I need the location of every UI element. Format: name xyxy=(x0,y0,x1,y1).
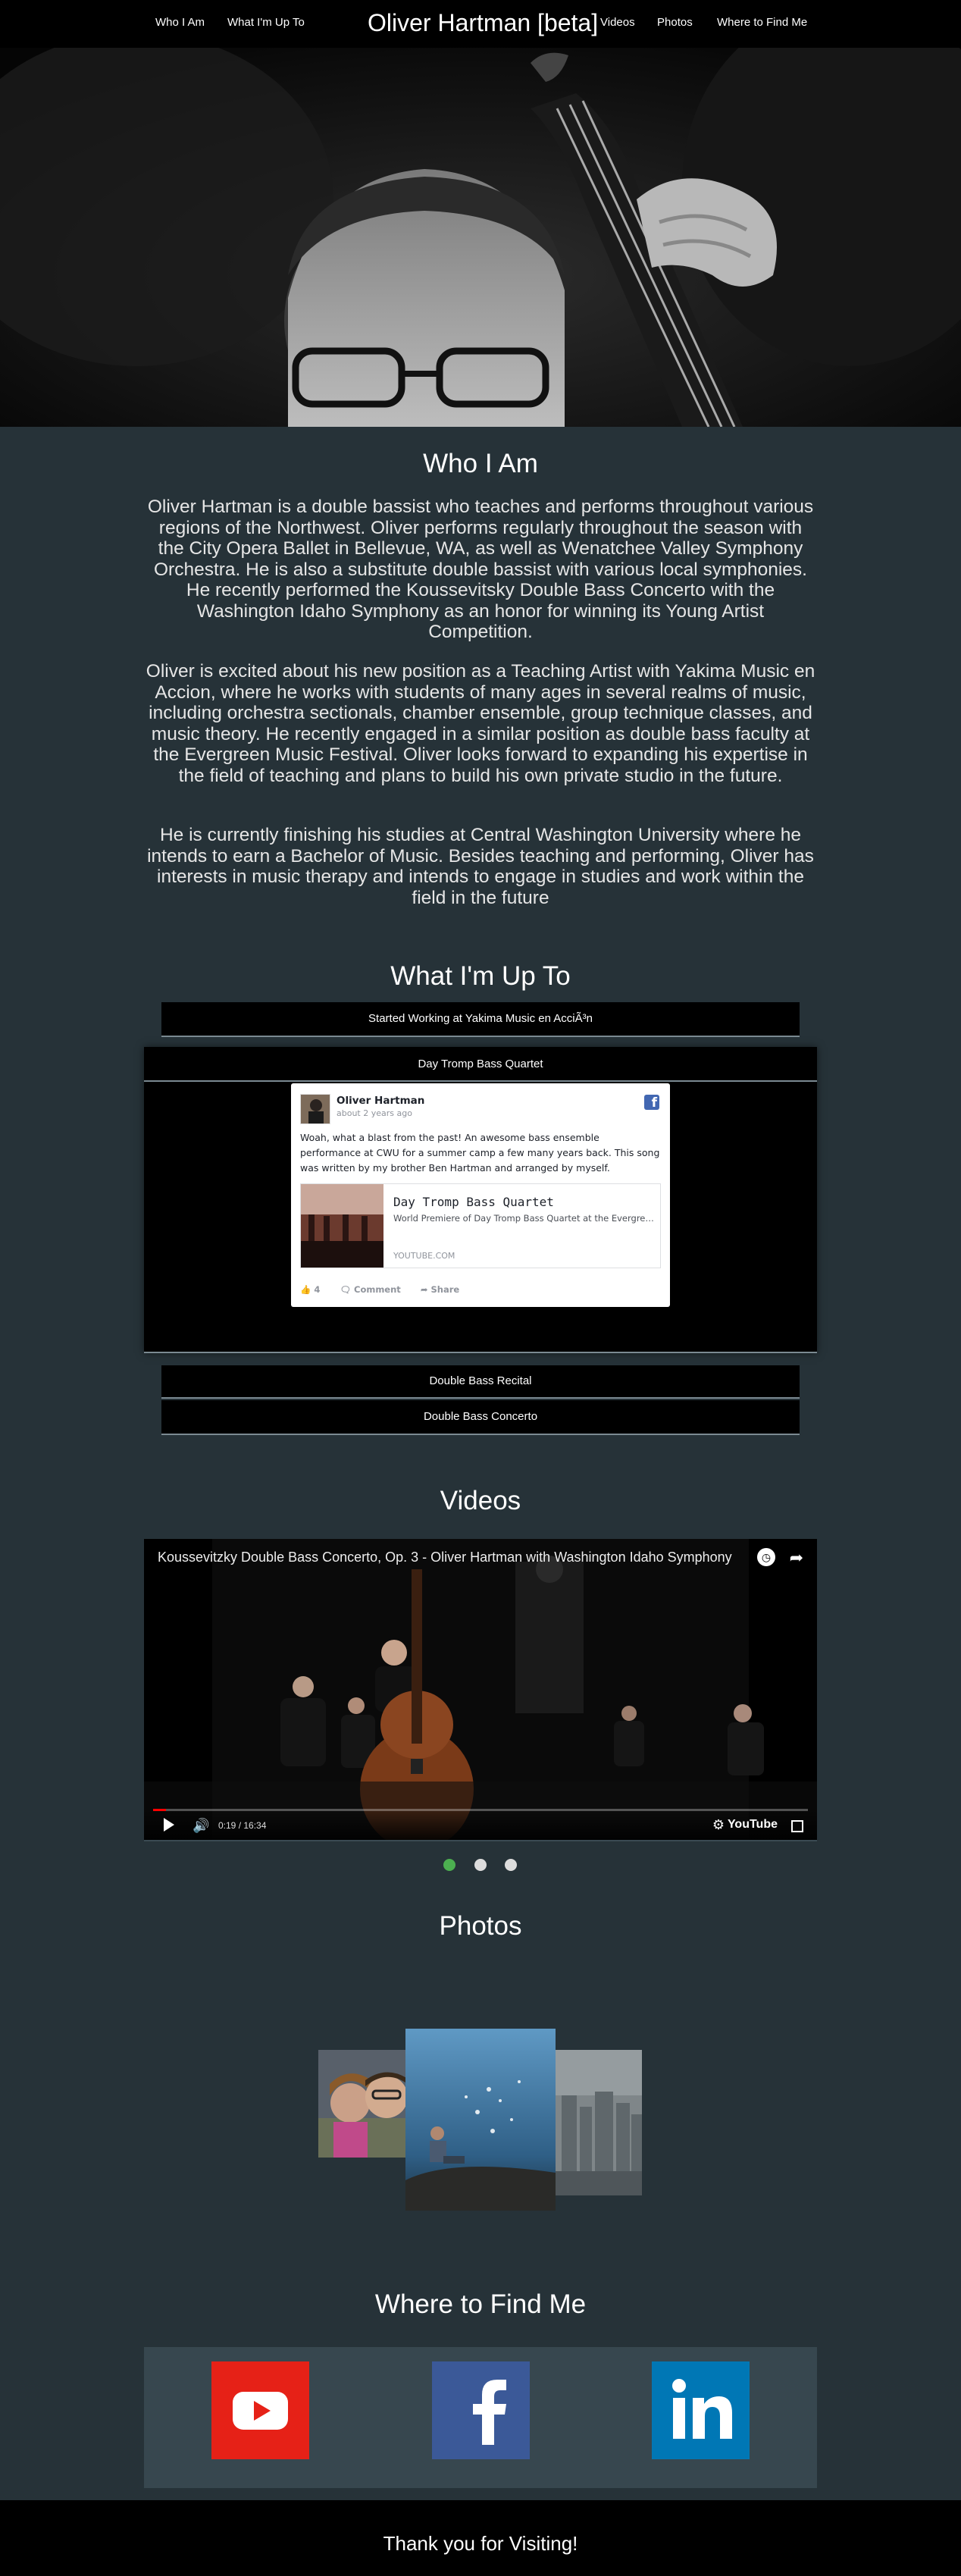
link-preview-card[interactable]: Day Tromp Bass Quartet World Premiere of… xyxy=(300,1183,661,1268)
like-button[interactable]: 👍 4 xyxy=(300,1284,320,1295)
post-timestamp[interactable]: about 2 years ago xyxy=(337,1108,412,1118)
comment-label: Comment xyxy=(354,1284,401,1295)
share-icon: ➦ xyxy=(420,1284,428,1295)
post-actions: 👍 4 🗨 Comment ➦ Share xyxy=(300,1284,476,1295)
site-brand[interactable]: Oliver Hartman [beta] xyxy=(368,9,598,37)
section-title-photos: Photos xyxy=(439,1911,522,1941)
photo-city[interactable] xyxy=(556,2050,642,2195)
photo-ocean[interactable] xyxy=(405,2029,556,2211)
accordion-item-day-tromp-expanded: Day Tromp Bass Quartet Oliver Hartman ab… xyxy=(144,1047,817,1353)
link-domain: YOUTUBE.COM xyxy=(393,1251,455,1261)
facebook-icon xyxy=(473,2380,506,2445)
link-thumbnail xyxy=(301,1184,383,1268)
carousel-dot-1[interactable] xyxy=(443,1859,455,1871)
progress-bar[interactable] xyxy=(153,1809,808,1811)
nav-link-who-i-am[interactable]: Who I Am xyxy=(155,16,205,29)
link-description: World Premiere of Day Tromp Bass Quartet… xyxy=(393,1213,655,1224)
footer: Thank you for Visiting! xyxy=(0,2500,961,2576)
carousel-dot-2[interactable] xyxy=(474,1859,487,1871)
accordion-item-concerto[interactable]: Double Bass Concerto xyxy=(161,1400,800,1435)
youtube-link-button[interactable] xyxy=(211,2361,309,2459)
facebook-icon[interactable]: f xyxy=(644,1095,659,1111)
share-label: Share xyxy=(430,1284,460,1295)
nav-link-what-im-up-to[interactable]: What I'm Up To xyxy=(227,16,305,29)
top-navbar: Who I Am What I'm Up To Oliver Hartman [… xyxy=(0,0,961,48)
clock-icon[interactable]: ◷ xyxy=(757,1548,775,1566)
fullscreen-icon[interactable] xyxy=(791,1820,803,1832)
facebook-post-embed: Oliver Hartman about 2 years ago f Woah,… xyxy=(291,1083,670,1307)
share-arrow-icon[interactable]: ➦ xyxy=(790,1548,803,1568)
video-frame xyxy=(144,1539,817,1840)
author-avatar[interactable] xyxy=(300,1094,330,1124)
photo-couple[interactable] xyxy=(318,2050,406,2158)
play-icon[interactable] xyxy=(164,1818,174,1832)
youtube-icon xyxy=(233,2392,288,2430)
linkedin-icon xyxy=(672,2379,732,2439)
accordion-item-recital[interactable]: Double Bass Recital xyxy=(161,1365,800,1399)
social-links-panel xyxy=(144,2347,817,2488)
video-title[interactable]: Koussevitzky Double Bass Concerto, Op. 3… xyxy=(158,1550,732,1565)
section-title-what-im-up-to: What I'm Up To xyxy=(390,961,571,991)
like-count: 4 xyxy=(314,1284,321,1295)
linkedin-link-button[interactable] xyxy=(652,2361,750,2459)
author-name[interactable]: Oliver Hartman xyxy=(337,1095,424,1107)
hero-image xyxy=(0,48,961,427)
about-paragraph-3: He is currently finishing his studies at… xyxy=(147,825,814,908)
nav-link-photos[interactable]: Photos xyxy=(657,16,693,29)
nav-link-videos[interactable]: Videos xyxy=(600,16,635,29)
video-time: 0:19 / 16:34 xyxy=(218,1820,267,1831)
link-title[interactable]: Day Tromp Bass Quartet xyxy=(393,1195,554,1209)
youtube-video-player[interactable]: Koussevitzky Double Bass Concerto, Op. 3… xyxy=(144,1539,817,1841)
progress-fill xyxy=(153,1809,167,1811)
share-button[interactable]: ➦ Share xyxy=(421,1284,459,1295)
section-title-who-i-am: Who I Am xyxy=(423,449,538,478)
comment-icon: 🗨 xyxy=(340,1284,351,1295)
carousel-dot-3[interactable] xyxy=(505,1859,517,1871)
about-paragraph-1: Oliver Hartman is a double bassist who t… xyxy=(147,497,814,642)
section-title-videos: Videos xyxy=(440,1486,521,1515)
settings-gear-icon[interactable]: ⚙ xyxy=(712,1817,725,1833)
nav-link-where-to-find-me[interactable]: Where to Find Me xyxy=(717,16,807,29)
about-paragraph-2: Oliver is excited about his new position… xyxy=(146,661,815,786)
comment-button[interactable]: 🗨 Comment xyxy=(340,1284,400,1295)
youtube-logo[interactable]: YouTube xyxy=(728,1818,778,1832)
accordion-header-day-tromp[interactable]: Day Tromp Bass Quartet xyxy=(144,1047,817,1082)
volume-icon[interactable]: 🔊 xyxy=(193,1818,209,1834)
thumbs-up-icon: 👍 xyxy=(300,1284,311,1295)
post-text: Woah, what a blast from the past! An awe… xyxy=(300,1132,660,1174)
footer-thanks: Thank you for Visiting! xyxy=(383,2532,578,2555)
facebook-link-button[interactable] xyxy=(432,2361,530,2459)
section-title-where-to-find-me: Where to Find Me xyxy=(374,2289,587,2319)
accordion-item-yakima[interactable]: Started Working at Yakima Music en AcciÃ… xyxy=(161,1002,800,1037)
